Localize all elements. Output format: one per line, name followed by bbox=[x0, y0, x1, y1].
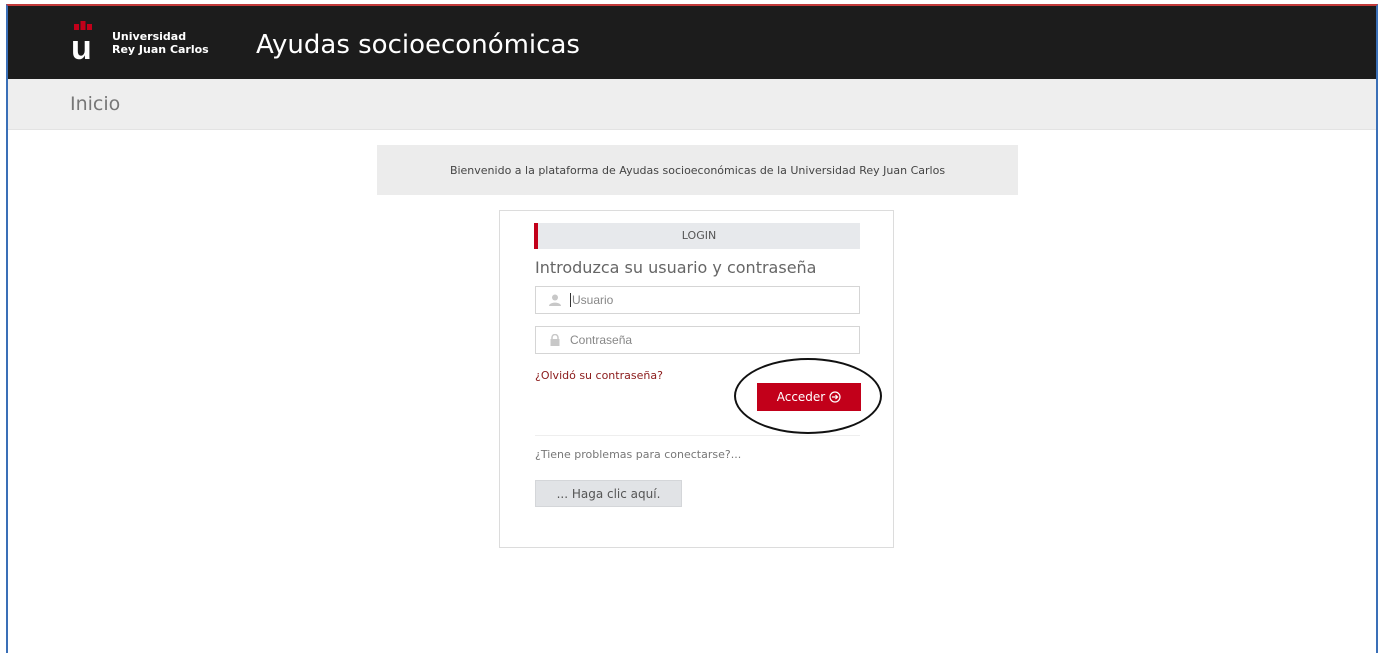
welcome-banner: Bienvenido a la plataforma de Ayudas soc… bbox=[377, 145, 1018, 195]
annotation-circle bbox=[734, 358, 882, 434]
welcome-text: Bienvenido a la plataforma de Ayudas soc… bbox=[449, 163, 946, 177]
help-button[interactable]: ... Haga clic aquí. bbox=[535, 480, 682, 507]
app-header: u Universidad Rey Juan Carlos Ayudas soc… bbox=[8, 6, 1376, 79]
login-header: LOGIN bbox=[534, 223, 860, 249]
username-field[interactable] bbox=[535, 286, 860, 314]
breadcrumb-home[interactable]: Inicio bbox=[70, 93, 120, 115]
logo-line-1: Universidad bbox=[112, 30, 187, 43]
login-subtitle: Introduzca su usuario y contraseña bbox=[535, 258, 817, 277]
logo-mark: u bbox=[70, 20, 96, 66]
university-logo[interactable]: u Universidad Rey Juan Carlos bbox=[70, 20, 209, 66]
forgot-password-link[interactable]: ¿Olvidó su contraseña? bbox=[535, 369, 663, 382]
panel-divider bbox=[535, 435, 860, 436]
user-icon bbox=[549, 294, 561, 306]
logo-text: Universidad Rey Juan Carlos bbox=[112, 30, 209, 56]
logo-letter: u bbox=[71, 29, 92, 67]
username-input[interactable] bbox=[572, 289, 852, 311]
text-cursor bbox=[570, 293, 571, 307]
logo-line-2: Rey Juan Carlos bbox=[112, 43, 209, 56]
connection-problems-text: ¿Tiene problemas para conectarse?... bbox=[535, 448, 742, 461]
password-input[interactable] bbox=[570, 329, 850, 351]
breadcrumb-bar: Inicio bbox=[8, 79, 1376, 130]
app-title: Ayudas socioeconómicas bbox=[256, 30, 580, 60]
password-field[interactable] bbox=[535, 326, 860, 354]
lock-icon bbox=[550, 334, 560, 346]
